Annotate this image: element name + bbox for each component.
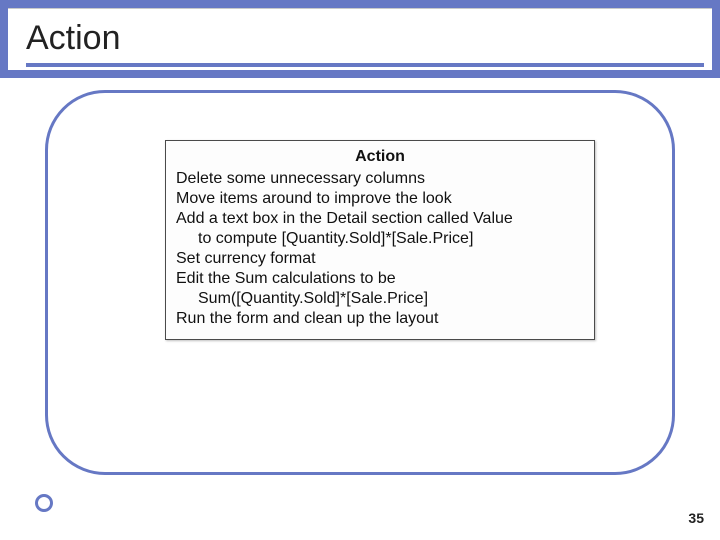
slide-title: Action [26,19,121,58]
title-underline [26,63,704,67]
action-line: Add a text box in the Detail section cal… [176,209,584,229]
action-box-header: Action [176,147,584,167]
action-line: Run the form and clean up the layout [176,309,584,329]
action-line: Edit the Sum calculations to be [176,269,584,289]
action-box-body: Delete some unnecessary columnsMove item… [176,169,584,329]
action-line: Set currency format [176,249,584,269]
page-number: 35 [688,510,704,526]
action-line: to compute [Quantity.Sold]*[Sale.Price] [176,229,584,249]
header-inner: Action [8,8,712,70]
action-box: Action Delete some unnecessary columnsMo… [165,140,595,340]
action-line: Move items around to improve the look [176,189,584,209]
bullet-dot-icon [35,494,53,512]
action-line: Delete some unnecessary columns [176,169,584,189]
action-line: Sum([Quantity.Sold]*[Sale.Price] [176,289,584,309]
header-band: Action [0,0,720,78]
